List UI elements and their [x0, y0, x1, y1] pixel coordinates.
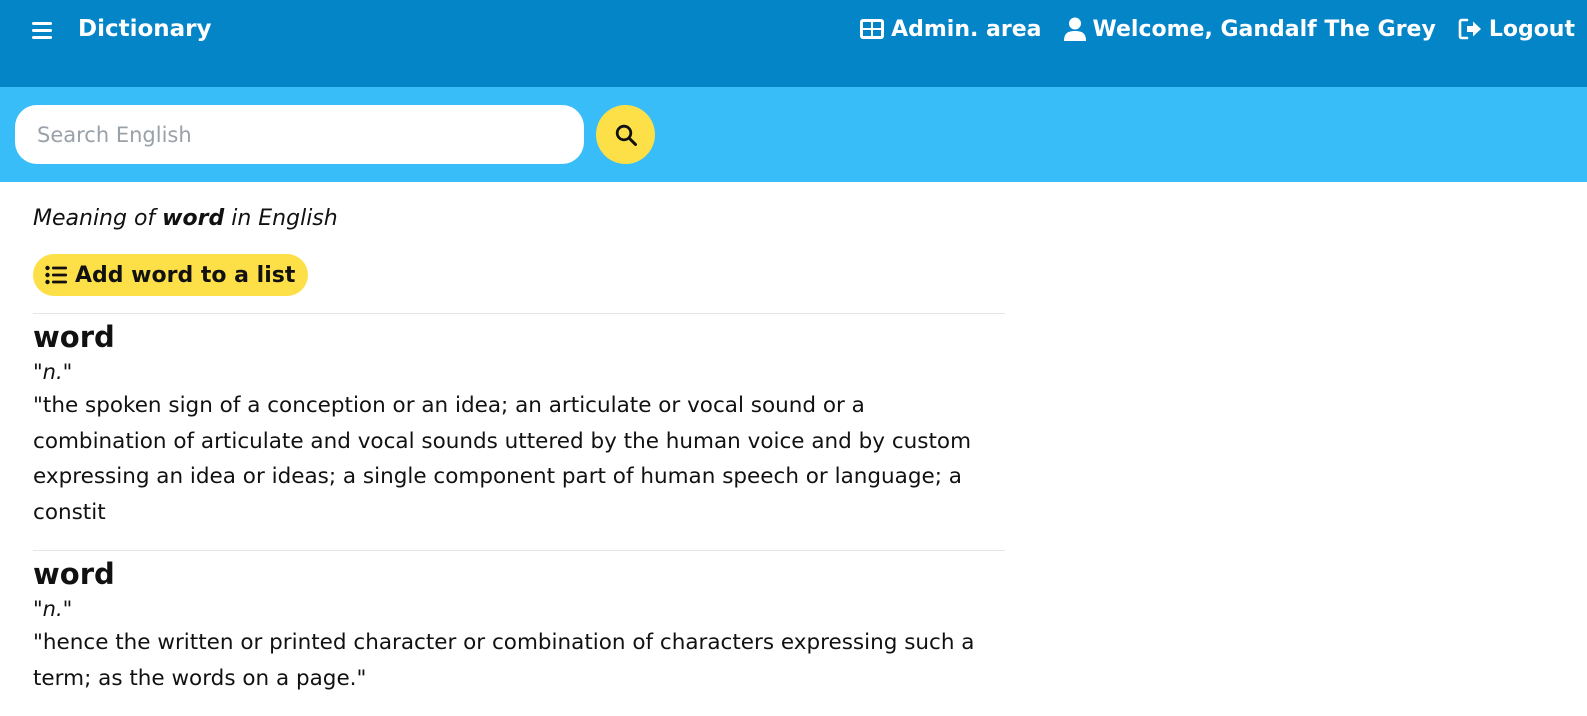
logout-label: Logout [1488, 16, 1575, 42]
welcome-user-link[interactable]: Welcome, Gandalf The Grey [1063, 16, 1436, 42]
table-icon [860, 19, 885, 39]
list-icon [45, 265, 67, 285]
pos-open-quote: " [33, 360, 43, 384]
entry-word: word [33, 320, 115, 354]
main-content: Meaning of word in English Add word to a… [33, 182, 1005, 716]
pos-close-quote: " [62, 360, 73, 384]
definition-entry: word "n." "hence the written or printed … [33, 550, 1005, 696]
top-navbar: Dictionary Admin. area Welcome, Gandalf … [0, 0, 1587, 87]
header-nav: Admin. area Welcome, Gandalf The Grey Lo… [860, 12, 1575, 46]
entry-word: word [33, 557, 115, 591]
search-button[interactable] [596, 105, 655, 164]
user-icon [1063, 17, 1086, 41]
entry-part-of-speech: "n." [33, 593, 1005, 625]
meaning-prefix: Meaning of [33, 206, 156, 231]
entry-definition: "hence the written or printed character … [33, 630, 975, 691]
search-icon [615, 124, 637, 146]
logout-link[interactable]: Logout [1458, 17, 1575, 42]
welcome-label: Welcome, Gandalf The Grey [1092, 16, 1436, 42]
meaning-suffix: in English [231, 206, 338, 231]
pos-open-quote: " [33, 597, 43, 621]
brand-link[interactable]: Dictionary [78, 14, 212, 44]
add-word-to-list-button[interactable]: Add word to a list [33, 254, 309, 296]
search-input[interactable] [15, 105, 584, 164]
hamburger-icon[interactable] [28, 16, 58, 44]
search-bar [0, 87, 1587, 182]
meaning-word: word [162, 206, 225, 231]
add-word-label: Add word to a list [75, 262, 296, 288]
entry-part-of-speech: "n." [33, 356, 1005, 388]
pos-close-quote: " [62, 597, 73, 621]
admin-area-link[interactable]: Admin. area [860, 16, 1042, 42]
meaning-heading: Meaning of word in English [33, 204, 1005, 234]
pos-abbrev: n. [42, 597, 63, 621]
logout-icon [1458, 18, 1481, 40]
definition-entry: word "n." "the spoken sign of a concepti… [33, 313, 1005, 530]
admin-area-label: Admin. area [891, 16, 1042, 42]
entry-definition: "the spoken sign of a conception or an i… [33, 393, 972, 525]
pos-abbrev: n. [42, 360, 63, 384]
